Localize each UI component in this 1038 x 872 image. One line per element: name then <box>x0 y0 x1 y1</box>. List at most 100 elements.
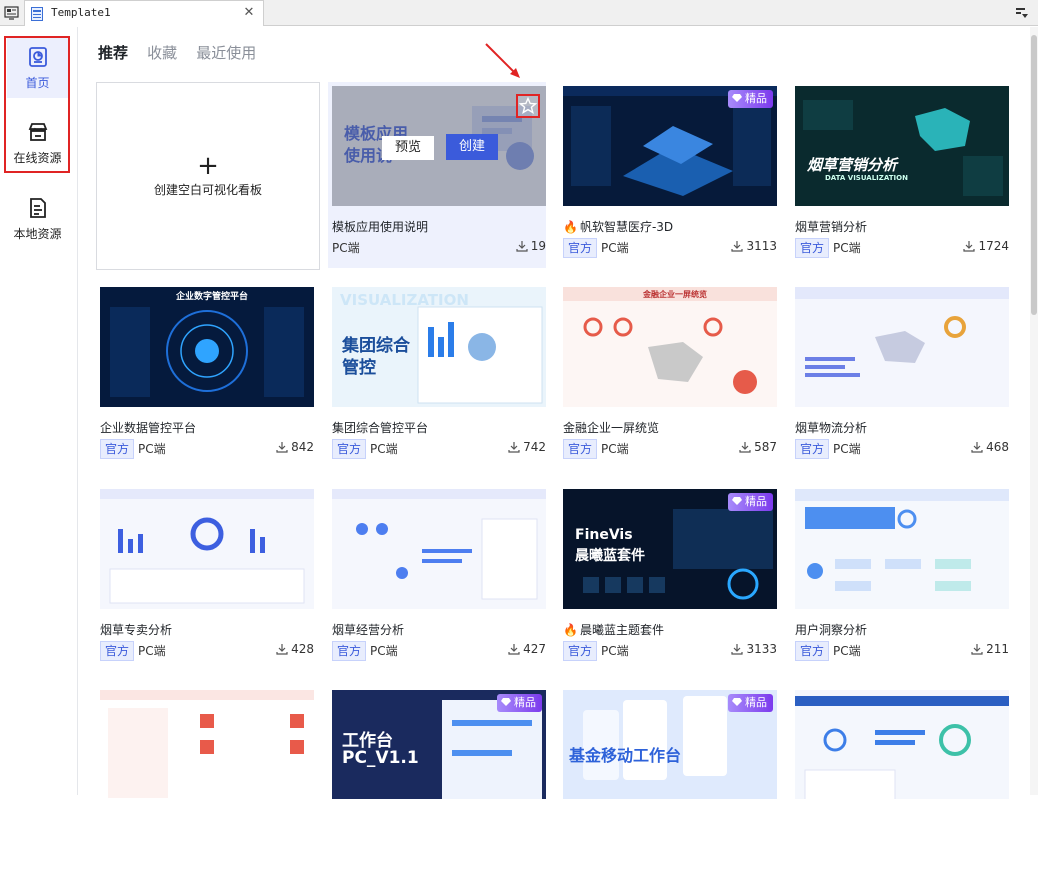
tab-template1[interactable]: Template1 ✕ <box>24 0 264 26</box>
sidebar-item-label: 本地资源 <box>13 227 62 241</box>
card-downloads: 3113 <box>731 239 777 253</box>
card-title: 金融企业一屏统览 <box>563 421 660 435</box>
tab-title: Template1 <box>51 6 111 19</box>
template-thumbnail <box>332 489 546 609</box>
template-thumbnail <box>795 690 1009 799</box>
template-card[interactable]: 烟草专卖分析 官方 PC端 428 <box>96 485 314 671</box>
template-thumbnail <box>100 690 314 799</box>
template-card[interactable]: 烟草经营分析 官方 PC端 427 <box>328 485 546 671</box>
tab-recent[interactable]: 最近使用 <box>196 44 256 62</box>
template-thumbnail: 基金移动工作台 精品 <box>563 690 777 799</box>
thumb-text: 金融企业一屏统览 <box>643 290 707 299</box>
preview-button[interactable]: 预览 <box>382 136 434 160</box>
vertical-scrollbar[interactable] <box>1030 27 1038 795</box>
card-downloads: 211 <box>971 642 1009 656</box>
card-title: 烟草营销分析 <box>795 220 868 234</box>
thumb-text: VISUALIZATION <box>340 291 469 309</box>
template-card[interactable]: FineVis 晨曦蓝套件 精品 🔥 晨曦蓝主题套件 官方 PC端 3133 <box>559 485 777 671</box>
card-platform: PC端 <box>370 442 398 456</box>
template-card[interactable]: 金融企业一屏统览 金融企业一屏统览 官方 PC端 587 <box>559 283 777 469</box>
template-card[interactable]: 企业数字管控平台 企业数据管控平台 官方 PC端 842 <box>96 283 314 469</box>
tab-favorites[interactable]: 收藏 <box>147 44 177 62</box>
template-card[interactable]: VISUALIZATION 集团综合 管控 集团综合管控平台 官方 PC端 74… <box>328 283 546 469</box>
template-card[interactable]: 精品 🔥 帆软智慧医疗-3D 官方 PC端 3113 <box>559 82 777 268</box>
thumb-text: PC_V1.1 <box>342 748 419 768</box>
card-platform: PC端 <box>370 644 398 658</box>
create-blank-dashboard-card[interactable]: + 创建空白可视化看板 <box>96 82 320 270</box>
template-card[interactable]: 用户洞察分析 官方 PC端 211 <box>791 485 1009 671</box>
card-downloads: 427 <box>508 642 546 656</box>
create-button[interactable]: 创建 <box>446 134 498 160</box>
official-badge: 官方 <box>795 439 830 459</box>
card-downloads: 3133 <box>731 642 777 656</box>
premium-badge: 精品 <box>728 493 773 511</box>
official-badge: 官方 <box>332 439 367 459</box>
template-file-icon <box>31 7 43 21</box>
card-platform: PC端 <box>138 644 166 658</box>
hot-flame-icon: 🔥 <box>563 623 578 637</box>
diamond-icon <box>732 94 742 102</box>
official-badge: 官方 <box>563 439 598 459</box>
template-card[interactable] <box>791 686 1009 872</box>
download-icon <box>971 442 983 453</box>
template-card[interactable]: 模板应用 使用说 预览 创建 模板应用使用说明 PC端 19 <box>328 82 546 268</box>
download-icon <box>963 241 976 252</box>
favorite-button[interactable] <box>516 94 540 118</box>
official-badge: 官方 <box>332 641 367 661</box>
official-badge: 官方 <box>100 641 135 661</box>
scrollbar-thumb[interactable] <box>1031 35 1037 315</box>
template-card[interactable]: 工作台 PC_V1.1 精品 <box>328 686 546 872</box>
card-downloads: 19 <box>516 239 546 253</box>
premium-badge: 精品 <box>728 694 773 712</box>
close-icon[interactable]: ✕ <box>241 5 257 21</box>
thumb-text: 管控 <box>342 358 376 378</box>
template-card[interactable] <box>96 686 314 872</box>
download-count: 742 <box>523 440 546 454</box>
download-icon <box>971 644 983 655</box>
download-count: 427 <box>523 642 546 656</box>
file-icon <box>29 198 46 218</box>
download-icon <box>508 442 520 453</box>
download-icon <box>739 442 751 453</box>
diamond-icon <box>732 698 742 706</box>
premium-badge: 精品 <box>728 90 773 108</box>
download-count: 468 <box>986 440 1009 454</box>
thumb-text: 企业数字管控平台 <box>176 292 249 302</box>
card-title: 🔥 帆软智慧医疗-3D <box>563 220 674 234</box>
tobacco-logistics-thumbnail-art <box>795 287 1009 407</box>
designer-app-icon[interactable] <box>4 5 20 21</box>
template-card[interactable]: 基金移动工作台 精品 <box>559 686 777 872</box>
template-card[interactable]: 烟草营销分析 DATA VISUALIZATION 烟草营销分析 官方 PC端 … <box>791 82 1009 268</box>
user-insight-thumbnail-art <box>795 489 1009 609</box>
blue-analytics-thumbnail-art <box>795 690 1009 799</box>
tobacco-marketing-thumbnail-art <box>795 86 1009 206</box>
download-count: 211 <box>986 642 1009 656</box>
thumb-text: 基金移动工作台 <box>569 746 682 765</box>
card-platform: PC端 <box>138 442 166 456</box>
finance-overview-thumbnail-art <box>563 287 777 407</box>
card-title: 🔥 晨曦蓝主题套件 <box>563 623 664 637</box>
card-downloads: 587 <box>739 440 777 454</box>
red-dashboard-thumbnail-art <box>100 690 314 799</box>
thumb-text: FineVis <box>575 527 633 543</box>
tab-recommended[interactable]: 推荐 <box>98 44 128 62</box>
template-thumbnail: VISUALIZATION 集团综合 管控 <box>332 287 546 407</box>
card-title: 集团综合管控平台 <box>332 421 429 435</box>
download-count: 842 <box>291 440 314 454</box>
official-badge: 官方 <box>100 439 135 459</box>
card-title: 烟草经营分析 <box>332 623 405 637</box>
dropdown-menu-icon[interactable] <box>1014 5 1030 21</box>
template-thumbnail: 精品 <box>563 86 777 206</box>
template-thumbnail: 烟草营销分析 DATA VISUALIZATION <box>795 86 1009 206</box>
official-badge: 官方 <box>563 641 598 661</box>
diamond-icon <box>501 698 511 706</box>
template-card[interactable]: 烟草物流分析 官方 PC端 468 <box>791 283 1009 469</box>
download-icon <box>276 644 288 655</box>
download-icon <box>731 644 744 655</box>
card-downloads: 468 <box>971 440 1009 454</box>
template-thumbnail: 金融企业一屏统览 <box>563 287 777 407</box>
sidebar-item-local-resources[interactable]: 本地资源 <box>7 187 68 249</box>
card-downloads: 742 <box>508 440 546 454</box>
card-title: 用户洞察分析 <box>795 623 868 637</box>
download-count: 19 <box>530 239 546 253</box>
